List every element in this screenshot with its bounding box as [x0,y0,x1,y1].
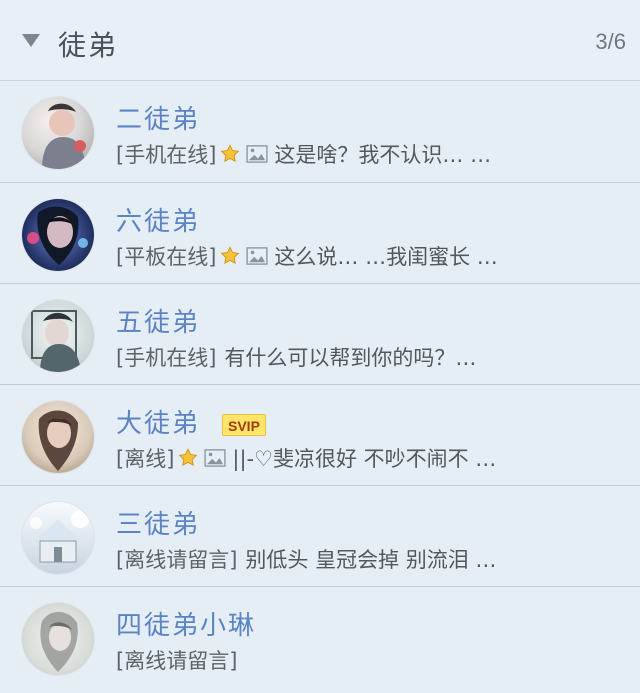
contact-list: 二徒弟 [手机在线] 这是啥？我不认识… … 六徒弟 [平板在线] 这么说… …… [0,81,640,688]
message-preview: 这是啥？我不认识… … [274,143,492,167]
collapse-triangle-icon[interactable] [22,34,40,47]
status-text: [平板在线] [116,245,217,269]
contact-row[interactable]: 三徒弟 [离线请留言] 别低头 皇冠会掉 别流泪 … [0,486,640,587]
avatar-image [22,603,94,675]
avatar[interactable] [22,502,94,574]
message-preview: 有什么可以帮到你的吗？… [224,346,477,370]
contact-name[interactable]: 二徒弟 [116,99,200,136]
contact-name[interactable]: 三徒弟 [116,504,200,541]
contact-name[interactable]: 五徒弟 [116,302,200,339]
avatar-image [22,300,94,372]
star-icon [177,447,199,469]
avatar[interactable] [22,401,94,473]
contact-name[interactable]: 六徒弟 [116,201,200,238]
status-text: [离线请留言] [116,649,238,673]
avatar-image [22,502,94,574]
message-preview: 别低头 皇冠会掉 别流泪 … [245,548,497,572]
avatar-image [22,401,94,473]
status-text: [离线] [116,447,175,471]
contact-name[interactable]: 大徒弟 [116,403,200,440]
status-text: [离线请留言] [116,548,238,572]
contact-name[interactable]: 四徒弟小琳 [116,605,256,642]
avatar-image [22,97,94,169]
group-count: 3/6 [595,29,626,54]
message-preview: ||-♡斐凉很好 不吵不闹不 … [232,447,497,471]
status-line: [离线请留言] 别低头 皇冠会掉 别流泪 … [116,544,621,574]
status-line: [离线请留言] [116,645,621,675]
status-text: [手机在线] [116,143,217,167]
star-icon [219,143,241,165]
image-icon [246,145,268,163]
contact-row[interactable]: 大徒弟 SVIP [离线] ||-♡斐凉很好 不吵不闹不 … [0,385,640,486]
avatar-image [22,199,94,271]
group-title: 徒弟 [58,29,119,62]
contact-row[interactable]: 五徒弟 [手机在线] 有什么可以帮到你的吗？… [0,284,640,385]
star-icon [219,245,241,267]
contact-row[interactable]: 四徒弟小琳 [离线请留言] [0,587,640,688]
avatar[interactable] [22,603,94,675]
message-preview: 这么说… …我闺蜜长 … [274,245,498,269]
status-line: [手机在线] 这是啥？我不认识… … [116,139,621,169]
image-icon [204,449,226,467]
status-line: [离线] ||-♡斐凉很好 不吵不闹不 … [116,443,621,473]
avatar[interactable] [22,97,94,169]
contact-row[interactable]: 二徒弟 [手机在线] 这是啥？我不认识… … [0,81,640,183]
contact-row[interactable]: 六徒弟 [平板在线] 这么说… …我闺蜜长 … [0,183,640,284]
svip-badge: SVIP [222,414,266,436]
status-text: [手机在线] [116,346,217,370]
avatar[interactable] [22,199,94,271]
group-header[interactable]: 徒弟 3/6 [0,0,640,81]
avatar[interactable] [22,300,94,372]
image-icon [246,247,268,265]
status-line: [手机在线] 有什么可以帮到你的吗？… [116,342,621,372]
status-line: [平板在线] 这么说… …我闺蜜长 … [116,241,621,271]
